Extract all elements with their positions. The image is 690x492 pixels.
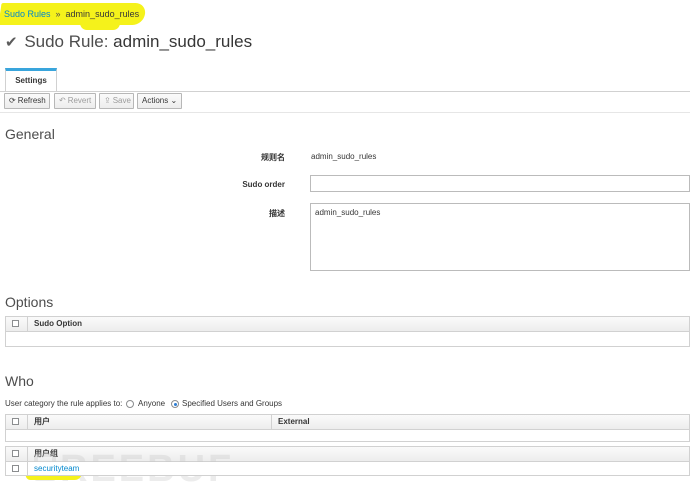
radio-specified-users-groups[interactable] xyxy=(171,400,179,408)
save-button[interactable]: ⇪ Save xyxy=(99,93,134,109)
select-all-users-checkbox[interactable] xyxy=(12,418,19,425)
breadcrumb: Sudo Rules » admin_sudo_rules xyxy=(0,0,150,28)
rule-name-value: admin_sudo_rules xyxy=(311,152,377,161)
column-divider xyxy=(27,415,28,429)
radio-anyone[interactable] xyxy=(126,400,134,408)
sudo-order-label: Sudo order xyxy=(242,180,285,189)
column-header-external: External xyxy=(278,417,310,426)
section-heading-general: General xyxy=(5,126,55,142)
radio-anyone-label: Anyone xyxy=(138,399,166,408)
tab-bar: Settings xyxy=(0,68,690,92)
undo-icon: ↶ xyxy=(59,96,66,105)
description-textarea[interactable]: admin_sudo_rules xyxy=(310,203,690,271)
revert-button[interactable]: ↶ Revert xyxy=(54,93,96,109)
breadcrumb-root-link[interactable]: Sudo Rules xyxy=(4,9,51,19)
tab-settings[interactable]: Settings xyxy=(5,68,57,91)
divider xyxy=(0,112,690,113)
actions-dropdown[interactable]: Actions ⌄ xyxy=(137,93,182,109)
sudo-option-table-body xyxy=(5,332,690,347)
column-divider xyxy=(27,317,28,331)
table-row: securityteam xyxy=(5,462,690,476)
group-link-securityteam[interactable]: securityteam xyxy=(34,462,79,475)
column-header-sudo-option: Sudo Option xyxy=(34,319,82,328)
page-title-name: admin_sudo_rules xyxy=(113,32,253,51)
upload-icon: ⇪ xyxy=(104,96,111,105)
breadcrumb-separator: » xyxy=(55,9,61,19)
check-icon: ✔ xyxy=(5,34,18,51)
column-header-users: 用户 xyxy=(34,417,50,426)
select-all-groups-checkbox[interactable] xyxy=(12,450,19,457)
user-category-label: User category the rule applies to: xyxy=(5,399,123,408)
sudo-option-table-header: Sudo Option xyxy=(5,316,690,332)
row-checkbox[interactable] xyxy=(12,465,19,472)
section-heading-who: Who xyxy=(5,373,34,389)
select-all-checkbox[interactable] xyxy=(12,320,19,327)
sudo-order-input[interactable] xyxy=(310,175,690,192)
users-table-header: 用户 External xyxy=(5,414,690,430)
users-table-body xyxy=(5,430,690,442)
radio-specified-label: Specified Users and Groups xyxy=(182,399,283,408)
description-label: 描述 xyxy=(269,209,285,218)
rule-name-label: 规则名 xyxy=(261,153,285,162)
page-title: ✔ Sudo Rule: admin_sudo_rules xyxy=(5,32,252,52)
refresh-icon: ⟳ xyxy=(9,96,16,105)
column-divider xyxy=(271,415,272,429)
column-divider xyxy=(27,447,28,461)
column-divider xyxy=(27,462,28,475)
section-heading-options: Options xyxy=(5,294,54,310)
refresh-button[interactable]: ⟳ Refresh xyxy=(4,93,50,109)
page-title-prefix: Sudo Rule: xyxy=(24,32,109,51)
breadcrumb-current: admin_sudo_rules xyxy=(65,9,140,19)
chevron-down-icon: ⌄ xyxy=(170,96,178,105)
